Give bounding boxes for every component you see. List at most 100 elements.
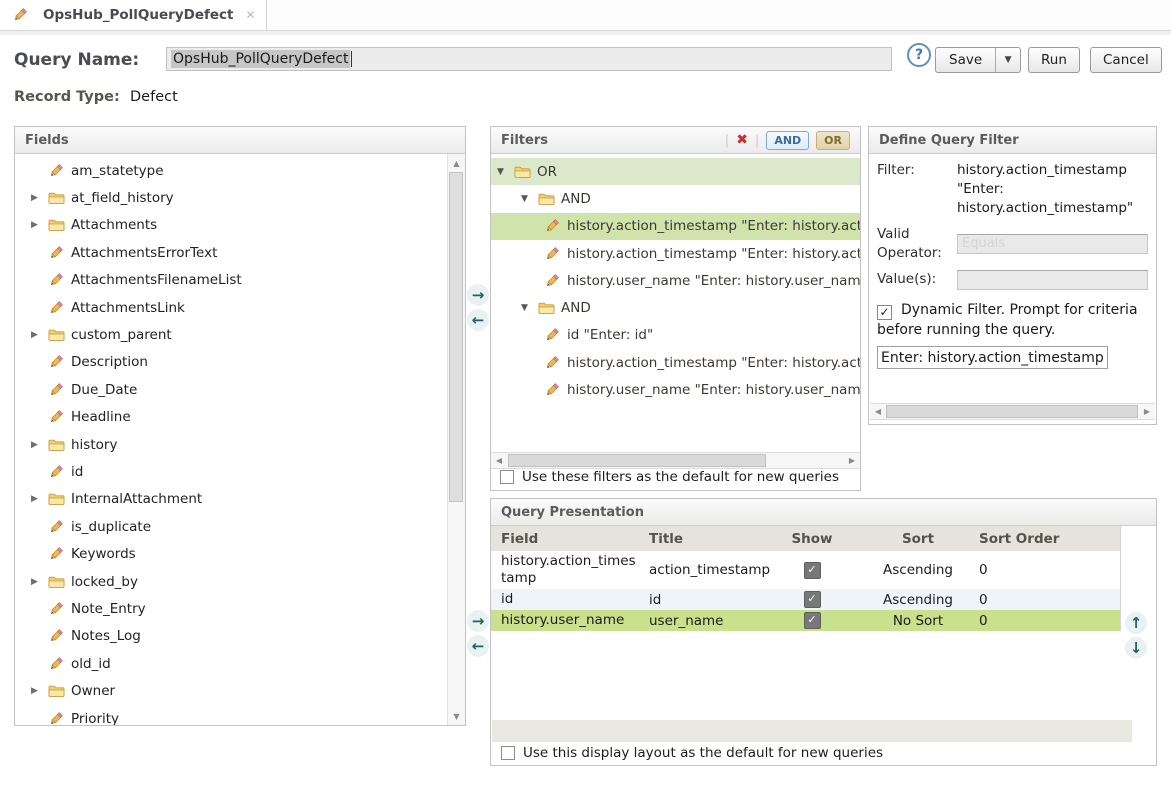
scroll-up-icon[interactable]: ▲ — [448, 155, 465, 171]
expander-icon[interactable]: ▼ — [497, 167, 514, 177]
divider — [0, 31, 1171, 35]
fields-list-item[interactable]: Keywords — [15, 540, 447, 567]
fields-scrollbar[interactable]: ▲ ▼ — [447, 154, 465, 725]
filters-panel-title: Filters — [501, 133, 548, 148]
dynamic-filter-checkbox[interactable]: ✓ — [877, 305, 892, 320]
fields-list-item[interactable]: Due_Date — [15, 376, 447, 403]
filter-condition-row[interactable]: history.action_timestamp "Enter: history… — [491, 240, 860, 267]
expander-icon[interactable]: ▼ — [521, 303, 538, 313]
cell-show: ✓ — [757, 589, 867, 610]
filter-condition-row[interactable]: id "Enter: id" — [491, 322, 860, 349]
fields-list-item[interactable]: ▶Attachments — [15, 212, 447, 239]
scroll-down-icon[interactable]: ▼ — [448, 708, 465, 724]
filter-condition-row[interactable]: history.action_timestamp "Enter: history… — [491, 213, 860, 240]
fields-list-item[interactable]: AttachmentsLink — [15, 294, 447, 321]
expander-icon[interactable]: ▼ — [521, 194, 538, 204]
filter-group-row[interactable]: ▼AND — [491, 185, 860, 212]
pencil-icon — [48, 546, 71, 562]
cell-sort: Ascending — [867, 551, 969, 589]
presentation-default-checkbox[interactable] — [501, 746, 515, 760]
fields-list-item[interactable]: Priority — [15, 705, 447, 725]
query-name-input[interactable]: OpsHub_PollQueryDefect — [166, 47, 892, 71]
filter-group-row[interactable]: ▼OR — [491, 158, 860, 185]
scrollbar-thumb[interactable] — [886, 405, 1138, 418]
cancel-button[interactable]: Cancel — [1090, 47, 1162, 73]
cell-sort-order: 0 — [969, 610, 1120, 631]
fields-list-item[interactable]: Description — [15, 349, 447, 376]
pencil-icon — [48, 464, 71, 480]
dynamic-filter-row: ✓Dynamic Filter. Prompt for criteria bef… — [877, 300, 1148, 340]
filter-condition-row[interactable]: history.user_name "Enter: history.user_n… — [491, 376, 860, 403]
fields-list-item[interactable]: ▶custom_parent — [15, 321, 447, 348]
fields-list-item[interactable]: ▶Owner — [15, 677, 447, 704]
filter-condition-row[interactable]: history.user_name "Enter: history.user_n… — [491, 267, 860, 294]
tab-query[interactable]: OpsHub_PollQueryDefect ✕ — [0, 0, 267, 30]
filters-tree: ▼OR▼ANDhistory.action_timestamp "Enter: … — [491, 154, 860, 452]
expander-icon[interactable]: ▶ — [31, 193, 48, 203]
field-label: Keywords — [71, 546, 136, 562]
pencil-icon — [48, 245, 71, 261]
expander-icon[interactable]: ▶ — [31, 577, 48, 587]
show-checkbox[interactable]: ✓ — [804, 612, 821, 629]
save-button-label[interactable]: Save — [936, 48, 996, 72]
help-icon[interactable]: ? — [907, 43, 931, 67]
fields-list-item[interactable]: Note_Entry — [15, 595, 447, 622]
or-button[interactable]: OR — [816, 131, 850, 150]
scroll-right-icon[interactable]: ▶ — [1139, 404, 1155, 419]
define-horizontal-scrollbar[interactable]: ◀ ▶ — [870, 403, 1155, 420]
filter-group-row[interactable]: ▼AND — [491, 294, 860, 321]
prompt-text-input[interactable] — [877, 346, 1108, 369]
table-row[interactable]: history.user_nameuser_name✓No Sort0 — [491, 610, 1120, 631]
cell-title: user_name — [639, 610, 757, 631]
show-checkbox[interactable]: ✓ — [804, 591, 821, 608]
fields-list-item[interactable]: ▶history — [15, 431, 447, 458]
presentation-table-body: history.action_timestampaction_timestamp… — [491, 551, 1120, 631]
field-label: Due_Date — [71, 382, 137, 398]
scrollbar-thumb[interactable] — [449, 172, 463, 502]
expander-icon[interactable]: ▶ — [31, 330, 48, 340]
fields-list-item[interactable]: AttachmentsFilenameList — [15, 267, 447, 294]
pencil-icon — [544, 382, 567, 398]
fields-list-item[interactable]: is_duplicate — [15, 513, 447, 540]
filter-condition-row[interactable]: history.action_timestamp "Enter: history… — [491, 349, 860, 376]
move-row-down-button[interactable]: ↓ — [1125, 637, 1147, 659]
remove-display-field-button[interactable]: ← — [467, 635, 489, 657]
table-row[interactable]: history.action_timestampaction_timestamp… — [491, 551, 1120, 589]
fields-list-item[interactable]: ▶locked_by — [15, 568, 447, 595]
expander-icon[interactable]: ▶ — [31, 494, 48, 504]
filters-default-checkbox[interactable] — [500, 470, 514, 484]
close-icon[interactable]: ✕ — [245, 8, 255, 22]
fields-list-item[interactable]: am_statetype — [15, 157, 447, 184]
expander-icon[interactable]: ▶ — [31, 220, 48, 230]
fields-list-item[interactable]: old_id — [15, 650, 447, 677]
fields-list-item[interactable]: ▶ at_field_history — [15, 184, 447, 211]
scroll-left-icon[interactable]: ◀ — [870, 404, 886, 419]
field-label: at_field_history — [71, 190, 174, 206]
fields-list-item[interactable]: AttachmentsErrorText — [15, 239, 447, 266]
folder-icon — [538, 301, 561, 315]
delete-filter-icon[interactable]: ✖ — [736, 132, 748, 148]
remove-filter-field-button[interactable]: ← — [467, 309, 489, 331]
move-row-up-button[interactable]: ↑ — [1125, 612, 1147, 634]
move-field-to-filter-button[interactable]: → — [467, 284, 489, 306]
expander-icon[interactable]: ▶ — [31, 440, 48, 450]
fields-list-item[interactable]: ▶ InternalAttachment — [15, 486, 447, 513]
filter-label: Filter: — [877, 161, 957, 218]
save-button[interactable]: Save ▼ — [935, 47, 1021, 73]
field-label: InternalAttachment — [71, 491, 202, 507]
pencil-icon — [544, 273, 567, 289]
pencil-icon — [48, 354, 71, 370]
expander-icon[interactable]: ▶ — [31, 686, 48, 696]
pencil-icon — [48, 163, 71, 179]
fields-list-item[interactable]: id — [15, 458, 447, 485]
and-button[interactable]: AND — [766, 131, 809, 150]
fields-list-item[interactable]: Notes_Log — [15, 623, 447, 650]
add-display-field-button[interactable]: → — [467, 610, 489, 632]
define-query-filter-panel: Define Query Filter Filter: history.acti… — [868, 126, 1157, 425]
save-dropdown-icon[interactable]: ▼ — [996, 48, 1020, 72]
table-row[interactable]: idid✓Ascending0 — [491, 589, 1120, 610]
fields-list-item[interactable]: Headline — [15, 404, 447, 431]
run-button[interactable]: Run — [1028, 47, 1080, 73]
presentation-default-row: Use this display layout as the default f… — [492, 741, 1155, 765]
show-checkbox[interactable]: ✓ — [804, 562, 821, 579]
